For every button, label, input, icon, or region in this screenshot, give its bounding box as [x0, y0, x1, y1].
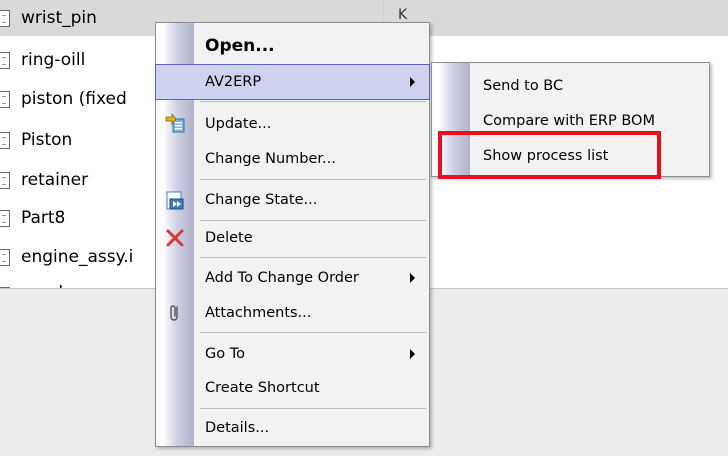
menu-item-change-state[interactable]: Change State...: [156, 183, 429, 217]
file-name: engine_assy.i: [21, 247, 134, 267]
submenu-arrow-icon: [410, 349, 415, 359]
delete-icon: [166, 229, 184, 247]
menu-item-label: Add To Change Order: [205, 270, 359, 286]
file-name: retainer: [21, 170, 89, 190]
menu-separator: [200, 257, 426, 258]
menu-item-label: Change State...: [205, 192, 318, 208]
menu-item-add-to-change-order[interactable]: Add To Change Order: [156, 261, 429, 295]
file-name: Piston: [21, 130, 73, 150]
menu-item-label: Create Shortcut: [205, 380, 320, 396]
file-name: piston (fixed: [21, 89, 127, 109]
update-icon: [165, 113, 185, 133]
menu-item-open[interactable]: Open...: [156, 29, 429, 63]
file-icon: [0, 10, 10, 27]
file-name: Part8: [21, 208, 66, 228]
file-icon: [0, 52, 10, 69]
menu-item-label: Update...: [205, 116, 272, 132]
menu-separator: [200, 179, 426, 180]
file-name: wrist_pin: [21, 8, 97, 28]
annotation-highlight-box: [438, 131, 661, 179]
menu-item-change-number[interactable]: Change Number...: [156, 142, 429, 176]
menu-item-create-shortcut[interactable]: Create Shortcut: [156, 371, 429, 405]
file-name: ring-oill: [21, 50, 86, 70]
paperclip-icon: [170, 305, 178, 321]
file-icon: [0, 172, 10, 189]
menu-item-delete[interactable]: Delete: [156, 221, 429, 255]
menu-separator: [200, 101, 426, 102]
menu-item-label: Send to BC: [483, 78, 564, 94]
file-icon: [0, 210, 10, 227]
file-icon: [0, 132, 10, 149]
menu-item-go-to[interactable]: Go To: [156, 337, 429, 371]
submenu-arrow-icon: [410, 273, 415, 283]
context-menu: Open... AV2ERP Update... Change Number..…: [155, 22, 430, 447]
menu-item-details[interactable]: Details...: [156, 411, 429, 445]
menu-separator: [200, 408, 426, 409]
menu-item-label: Change Number...: [205, 151, 336, 167]
menu-item-update[interactable]: Update...: [156, 107, 429, 141]
menu-item-attachments[interactable]: Attachments...: [156, 296, 429, 330]
menu-item-label: Details...: [205, 420, 270, 436]
file-icon: [0, 91, 10, 108]
submenu-item-send-to-bc[interactable]: Send to BC: [432, 69, 709, 103]
change-state-icon: [166, 191, 184, 210]
menu-item-label: Open...: [205, 36, 275, 56]
menu-item-label: AV2ERP: [205, 74, 262, 90]
menu-item-label: Delete: [205, 230, 253, 246]
menu-item-label: Go To: [205, 346, 245, 362]
file-name: crank: [21, 277, 68, 288]
menu-separator: [200, 332, 426, 333]
menu-item-label: Attachments...: [205, 305, 312, 321]
submenu-arrow-icon: [410, 77, 415, 87]
menu-item-av2erp[interactable]: AV2ERP: [155, 64, 430, 100]
file-icon: [0, 249, 10, 266]
